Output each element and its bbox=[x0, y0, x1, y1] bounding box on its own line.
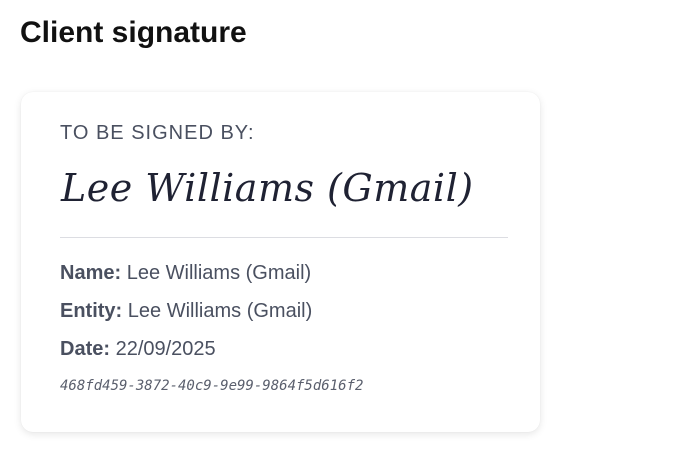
page: Client signature TO BE SIGNED BY: Lee Wi… bbox=[0, 0, 689, 450]
entity-row: Entity: Lee Williams (Gmail) bbox=[60, 298, 312, 324]
page-title: Client signature bbox=[20, 16, 247, 49]
entity-value: Lee Williams (Gmail) bbox=[127, 300, 313, 322]
document-id: 468fd459-3872-40c9-9e99-9864f5d616f2 bbox=[60, 378, 364, 394]
date-label: Date: bbox=[60, 338, 116, 360]
signature-card: TO BE SIGNED BY: Lee Williams (Gmail) Na… bbox=[21, 92, 540, 432]
entity-label: Entity: bbox=[60, 300, 128, 322]
date-value: 22/09/2025 bbox=[115, 338, 216, 360]
signature: Lee Williams (Gmail) bbox=[61, 166, 474, 210]
name-row: Name: Lee Williams (Gmail) bbox=[60, 260, 311, 286]
date-row: Date: 22/09/2025 bbox=[60, 336, 216, 362]
name-label: Name: bbox=[60, 262, 127, 284]
to-be-signed-label: TO BE SIGNED BY: bbox=[60, 122, 255, 144]
divider bbox=[60, 237, 508, 238]
name-value: Lee Williams (Gmail) bbox=[126, 262, 312, 284]
